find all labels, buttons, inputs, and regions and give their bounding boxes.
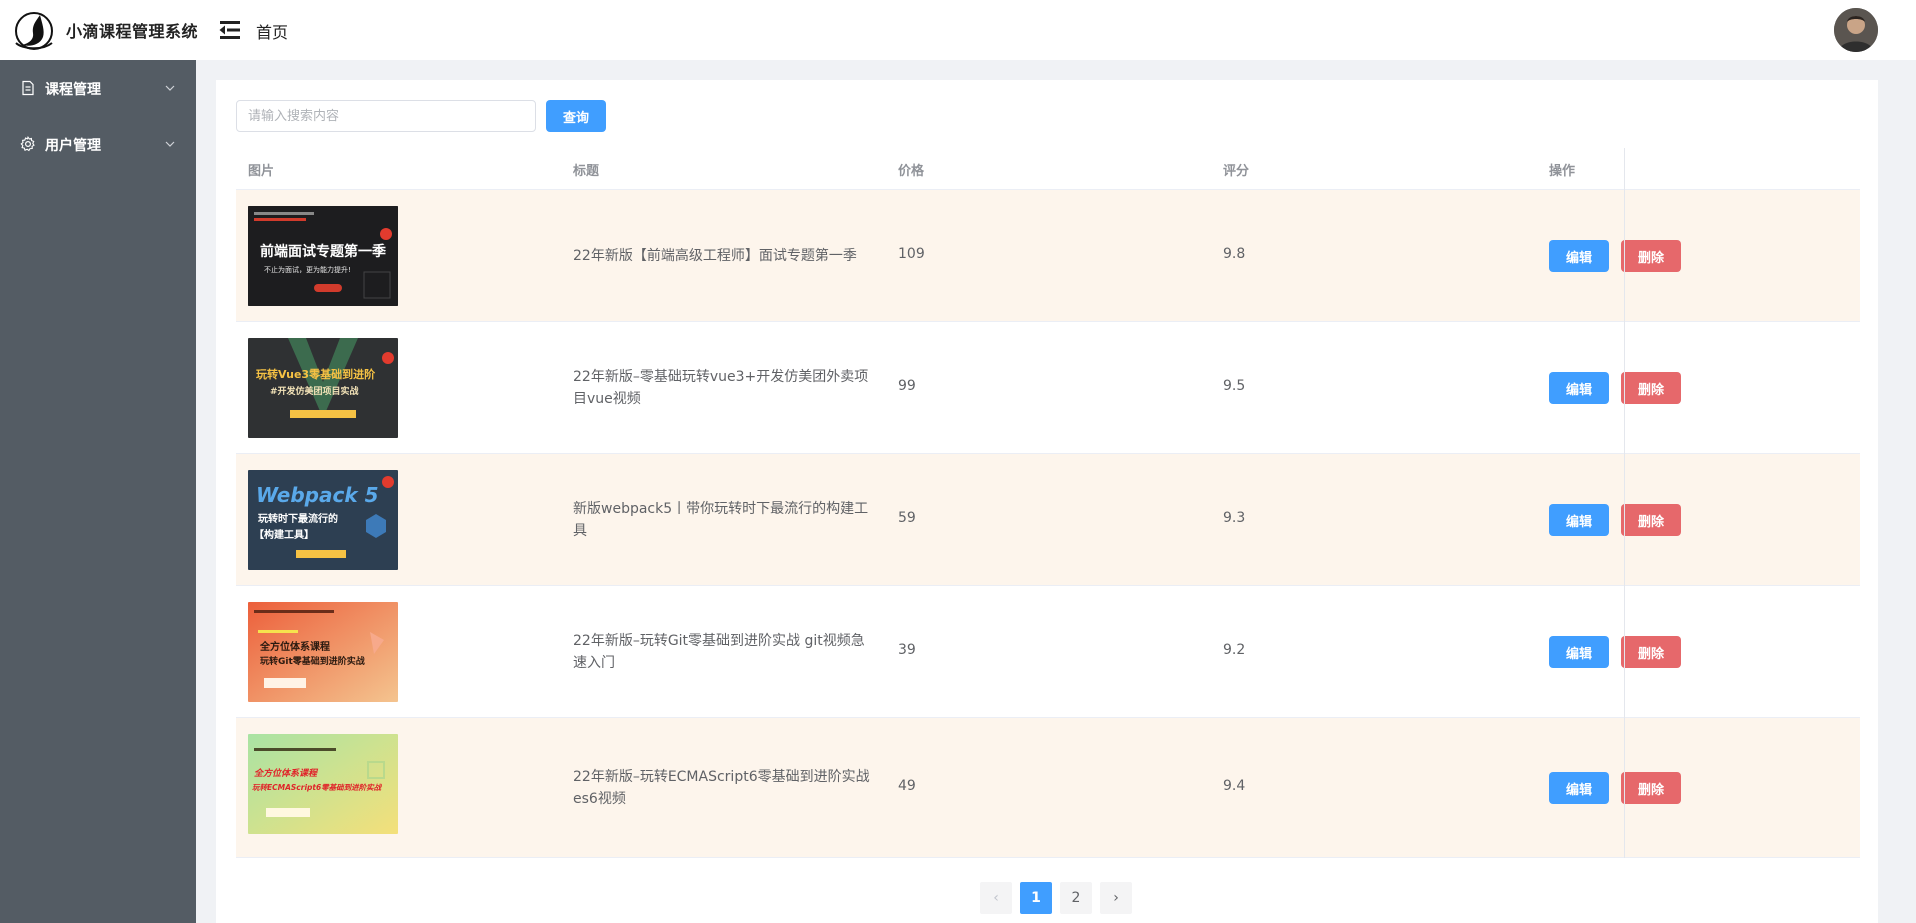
user-avatar[interactable] — [1834, 8, 1878, 52]
page-button-2[interactable]: 2 — [1060, 882, 1092, 914]
column-header-actions: 操作 — [1549, 164, 1576, 179]
delete-button[interactable]: 删除 — [1621, 372, 1681, 404]
table-row: 全方位体系课程 玩转Git零基础到进阶实战 22年新版–玩转Git零基础到进阶实… — [236, 586, 1860, 718]
course-price: 39 — [898, 642, 916, 658]
course-thumbnail[interactable]: Webpack 5 玩转时下最流行的 【构建工具】 — [248, 470, 398, 570]
thumbnail-text: Webpack 5 — [256, 483, 379, 507]
delete-button[interactable]: 删除 — [1621, 636, 1681, 668]
next-page-button[interactable]: › — [1100, 882, 1132, 914]
course-thumbnail[interactable]: 全方位体系课程 玩转ECMAScript6零基础到进阶实战 — [248, 734, 398, 834]
thumbnail-art: 玩转Vue3零基础到进阶 #开发仿美团项目实战 — [248, 338, 398, 438]
thumbnail-text: 不止为面试，更为能力提升! — [264, 265, 351, 274]
thumbnail-text: 全方位体系课程 — [254, 768, 319, 779]
thumbnail-art: 全方位体系课程 玩转Git零基础到进阶实战 — [248, 602, 398, 702]
column-header-image: 图片 — [248, 164, 275, 179]
thumbnail-text: 玩转Vue3零基础到进阶 — [256, 367, 376, 381]
logo-icon — [15, 12, 53, 50]
course-thumbnail[interactable]: 前端面试专题第一季 不止为面试，更为能力提升! — [248, 206, 398, 306]
table-header: 图片 标题 价格 评分 操作 — [236, 148, 1860, 190]
course-score: 9.5 — [1223, 378, 1246, 394]
prev-page-button[interactable]: ‹ — [980, 882, 1012, 914]
delete-button[interactable]: 删除 — [1621, 240, 1681, 272]
table-row: 前端面试专题第一季 不止为面试，更为能力提升! 22年新版【前端高级工程师】面试… — [236, 190, 1860, 322]
course-table: 图片 标题 价格 评分 操作 前端面试专题第一季 不止为面试，更为能力提升! 2… — [236, 148, 1860, 858]
chevron-down-icon — [165, 141, 175, 147]
breadcrumb-home[interactable]: 首页 — [256, 19, 288, 43]
course-title: 22年新版【前端高级工程师】面试专题第一季 — [573, 248, 857, 264]
course-price: 99 — [898, 378, 916, 394]
column-header-title: 标题 — [573, 164, 600, 179]
app-title: 小滴课程管理系统 — [66, 22, 199, 41]
course-score: 9.8 — [1223, 246, 1246, 262]
course-price: 109 — [898, 246, 925, 262]
edit-button[interactable]: 编辑 — [1549, 636, 1609, 668]
edit-button[interactable]: 编辑 — [1549, 372, 1609, 404]
course-thumbnail[interactable]: 全方位体系课程 玩转Git零基础到进阶实战 — [248, 602, 398, 702]
search-button[interactable]: 查询 — [546, 100, 606, 132]
column-header-price: 价格 — [898, 164, 925, 179]
course-title: 22年新版–玩转Git零基础到进阶实战 git视频急速入门 — [573, 633, 865, 671]
thumbnail-art: 全方位体系课程 玩转ECMAScript6零基础到进阶实战 — [248, 734, 398, 834]
course-thumbnail[interactable]: 玩转Vue3零基础到进阶 #开发仿美团项目实战 — [248, 338, 398, 438]
thumbnail-text: 玩转Git零基础到进阶实战 — [260, 655, 365, 667]
column-header-score: 评分 — [1223, 164, 1250, 179]
course-title: 22年新版–玩转ECMAScript6零基础到进阶实战es6视频 — [573, 769, 870, 807]
avatar-image — [1834, 8, 1878, 52]
thumbnail-art: 前端面试专题第一季 不止为面试，更为能力提升! — [248, 206, 398, 306]
gear-icon — [20, 136, 35, 152]
sidebar-item-course-management[interactable]: 课程管理 — [0, 60, 196, 116]
thumbnail-text: 全方位体系课程 — [259, 640, 330, 653]
course-score: 9.2 — [1223, 642, 1246, 658]
thumbnail-text: 玩转时下最流行的 — [258, 512, 338, 525]
course-price: 49 — [898, 778, 916, 794]
delete-button[interactable]: 删除 — [1621, 504, 1681, 536]
table-scrollbar[interactable] — [1624, 148, 1625, 858]
thumbnail-text: #开发仿美团项目实战 — [270, 385, 359, 397]
table-row: Webpack 5 玩转时下最流行的 【构建工具】 新版webpack5丨带你玩… — [236, 454, 1860, 586]
table-row: 全方位体系课程 玩转ECMAScript6零基础到进阶实战 22年新版–玩转EC… — [236, 718, 1860, 858]
delete-button[interactable]: 删除 — [1621, 772, 1681, 804]
course-price: 59 — [898, 510, 916, 526]
course-score: 9.4 — [1223, 778, 1246, 794]
sidebar-item-label: 课程管理 — [45, 82, 101, 98]
document-icon — [22, 80, 34, 96]
course-title: 22年新版–零基础玩转vue3+开发仿美团外卖项目vue视频 — [573, 369, 869, 407]
page-button-1[interactable]: 1 — [1020, 882, 1052, 914]
edit-button[interactable]: 编辑 — [1549, 504, 1609, 536]
table-row: 玩转Vue3零基础到进阶 #开发仿美团项目实战 22年新版–零基础玩转vue3+… — [236, 322, 1860, 454]
thumbnail-text: 玩转ECMAScript6零基础到进阶实战 — [252, 783, 383, 792]
search-input[interactable] — [236, 100, 536, 132]
thumbnail-text: 前端面试专题第一季 — [260, 243, 386, 260]
top-header: 小滴课程管理系统 首页 — [0, 0, 1916, 60]
edit-button[interactable]: 编辑 — [1549, 240, 1609, 272]
sidebar: 课程管理 用户管理 — [0, 60, 196, 923]
chevron-down-icon — [165, 85, 175, 91]
thumbnail-art: Webpack 5 玩转时下最流行的 【构建工具】 — [248, 470, 398, 570]
course-title: 新版webpack5丨带你玩转时下最流行的构建工具 — [573, 501, 869, 539]
sidebar-item-user-management[interactable]: 用户管理 — [0, 116, 196, 172]
thumbnail-text: 【构建工具】 — [254, 528, 314, 541]
menu-fold-icon[interactable] — [218, 19, 242, 41]
edit-button[interactable]: 编辑 — [1549, 772, 1609, 804]
sidebar-item-label: 用户管理 — [45, 138, 101, 154]
course-score: 9.3 — [1223, 510, 1246, 526]
